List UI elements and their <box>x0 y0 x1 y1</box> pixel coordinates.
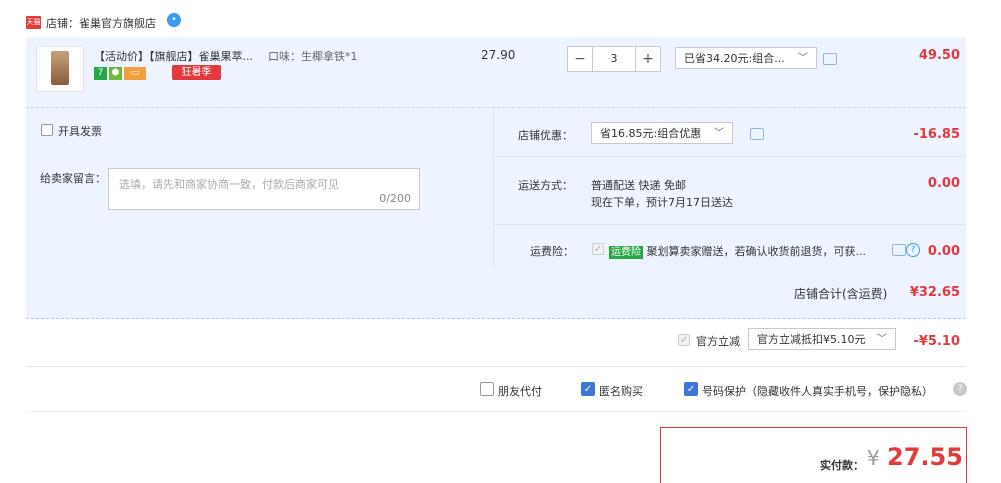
message-label: 给卖家留言： <box>40 172 106 185</box>
insurance-checkbox: ✓ <box>592 243 604 255</box>
divider <box>26 411 966 412</box>
invoice-checkbox[interactable] <box>41 124 53 136</box>
official-discount-checkbox: ✓ <box>678 334 690 346</box>
shipping-method: 普通配送 快递 免邮 <box>591 179 686 192</box>
pay-amount: 27.55 <box>887 443 963 471</box>
chat-icon[interactable] <box>823 53 837 65</box>
store-total-amount: ¥32.65 <box>909 285 960 300</box>
official-discount-label: 官方立减 <box>696 335 740 348</box>
chat-icon[interactable] <box>750 128 764 140</box>
friend-pay-checkbox[interactable] <box>480 382 494 396</box>
store-total-label: 店铺合计(含运费) <box>794 287 888 301</box>
official-discount-amount: -¥5.10 <box>913 334 960 349</box>
friend-pay-label: 朋友代付 <box>498 385 542 398</box>
im-icon[interactable]: • <box>167 13 181 27</box>
divider <box>26 366 966 367</box>
item-discount-value: 已省34.20元:组合... <box>684 52 785 65</box>
tmall-badge: 天猫 <box>26 16 41 29</box>
divider <box>493 108 494 268</box>
product-thumbnail[interactable] <box>36 46 84 92</box>
product-title[interactable]: 【活动价】【旗舰店】雀巢果萃... <box>94 48 253 64</box>
store-discount-amount: -16.85 <box>913 127 960 142</box>
shipping-eta: 现在下单，预计7月17日送达 <box>591 196 733 209</box>
store-discount-value: 省16.85元:组合优惠 <box>600 127 702 140</box>
insurance-amount: 0.00 <box>927 244 960 259</box>
store-discount-select[interactable]: 省16.85元:组合优惠 ﹀ <box>591 122 733 144</box>
insurance-text: 聚划算卖家赠送，若确认收货前退货，可获... <box>646 245 867 258</box>
product-variant: 口味：生椰拿铁*1 <box>268 50 358 63</box>
unit-price: 27.90 <box>481 48 516 62</box>
invoice-label: 开具发票 <box>58 125 102 138</box>
divider <box>494 224 966 225</box>
anonymous-checkbox[interactable]: ✓ <box>581 382 595 396</box>
shipping-amount: 0.00 <box>927 176 960 191</box>
card-icon: ▭ <box>124 67 146 80</box>
shipping-label: 运送方式： <box>518 179 573 192</box>
insurance-info: 运费险 聚划算卖家赠送，若确认收货前退货，可获... <box>609 243 866 259</box>
store-name[interactable]: 店铺：雀巢官方旗舰店 <box>46 15 156 31</box>
divider <box>494 156 966 157</box>
phone-protect-checkbox[interactable]: ✓ <box>684 382 698 396</box>
pay-label: 实付款： <box>820 459 864 472</box>
store-discount-label: 店铺优惠： <box>518 129 573 142</box>
insurance-label: 运费险： <box>530 245 574 258</box>
shield-icon: ⬢ <box>109 67 122 80</box>
quantity-input[interactable]: 3 <box>592 47 636 71</box>
item-discount-select[interactable]: 已省34.20元:组合... ﹀ <box>675 47 817 69</box>
official-discount-value: 官方立减抵扣¥5.10元 <box>757 333 866 346</box>
promo-tag: 狂暑季 <box>172 65 221 80</box>
chevron-down-icon: ﹀ <box>798 53 808 64</box>
insurance-tag: 运费险 <box>609 246 643 259</box>
service-badges: 7 ⬢ ▭ <box>94 65 146 80</box>
anonymous-label: 匿名购买 <box>599 385 643 398</box>
quantity-minus-button[interactable]: − <box>568 47 592 71</box>
message-count: 0/200 <box>379 192 411 205</box>
pay-currency: ¥ <box>867 446 880 470</box>
message-placeholder: 选填，请先和商家协商一致，付款后商家可见 <box>119 178 339 191</box>
chevron-down-icon: ﹀ <box>714 128 724 139</box>
help-icon[interactable]: ? <box>953 382 967 396</box>
phone-protect-label: 号码保护（隐藏收件人真实手机号，保护隐私） <box>702 385 933 398</box>
item-subtotal: 49.50 <box>918 48 960 63</box>
seven-day-return-icon: 7 <box>94 67 107 80</box>
official-discount-select[interactable]: 官方立减抵扣¥5.10元 ﹀ <box>748 328 896 350</box>
seller-message-input[interactable]: 选填，请先和商家协商一致，付款后商家可见 0/200 <box>108 168 420 210</box>
quantity-plus-button[interactable]: + <box>636 47 660 71</box>
quantity-stepper[interactable]: − 3 + <box>567 46 661 72</box>
